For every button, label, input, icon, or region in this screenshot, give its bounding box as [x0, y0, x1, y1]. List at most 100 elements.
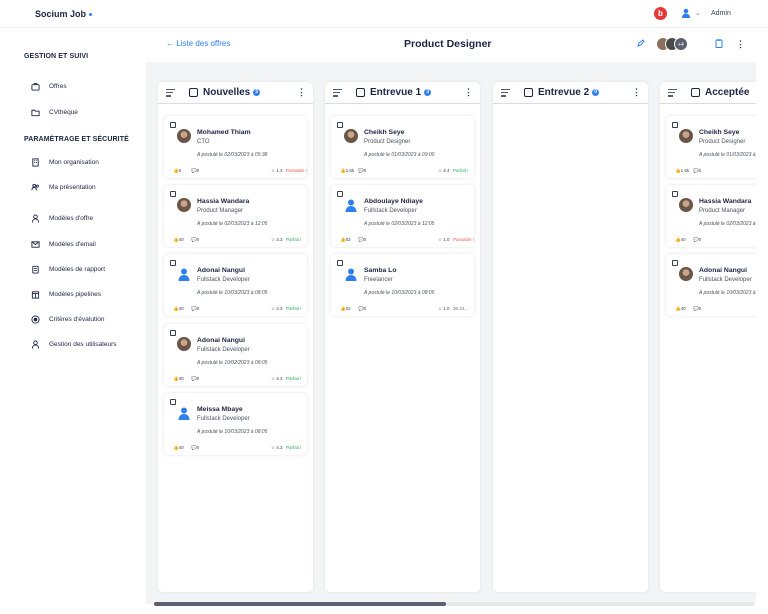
more-options-icon[interactable]: ⋮ [736, 39, 745, 50]
team-avatars[interactable]: +4 [656, 37, 688, 51]
candidate-card[interactable]: Meissa Mbaye Fullstack Developer A postulé… [164, 393, 307, 455]
avatar [177, 406, 191, 420]
select-all-checkbox[interactable] [189, 88, 198, 97]
likes-count[interactable]: 👍40 [173, 376, 184, 382]
candidate-name: Abdoulaye Ndiaye [364, 198, 423, 205]
application-date: A postulé le 02/03/2023 à 05:38 [197, 152, 268, 158]
application-date: A postulé le 10/03/2023 à 08:05 [364, 290, 435, 296]
column-header: Entrevue 2 0 ⋮ [493, 82, 648, 104]
user-icon[interactable] [681, 8, 691, 18]
sidebar: GESTION ET SUIVI Offres CVthèque PARAMÈT… [0, 28, 146, 614]
avatar [679, 129, 693, 143]
column-menu-icon[interactable]: ⋮ [297, 87, 306, 98]
card-checkbox[interactable] [170, 330, 176, 336]
column-menu-icon[interactable]: ⋮ [464, 87, 473, 98]
avatar [177, 198, 191, 212]
back-to-offers-link[interactable]: ← Liste des offres [166, 39, 230, 48]
comments-count[interactable]: 💬0 [191, 237, 199, 243]
page-title: Product Designer [404, 38, 492, 50]
card-checkbox[interactable] [672, 122, 678, 128]
card-checkbox[interactable] [672, 260, 678, 266]
comments-count[interactable]: 💬0 [358, 237, 366, 243]
candidate-card[interactable]: Adonai Nangui Fullstack Developer A postul… [164, 254, 307, 316]
comments-count[interactable]: 💬0 [191, 445, 199, 451]
select-all-checkbox[interactable] [691, 88, 700, 97]
card-checkbox[interactable] [170, 399, 176, 405]
section-title-parametrage: PARAMÈTRAGE ET SÉCURITÉ [24, 136, 129, 143]
likes-count[interactable]: 👍40 [173, 306, 184, 312]
avatar [177, 267, 191, 281]
likes-count[interactable]: 👍02 [340, 306, 351, 312]
comments-count[interactable]: 💬0 [358, 306, 366, 312]
horizontal-scrollbar[interactable] [154, 602, 754, 606]
candidate-card[interactable]: Cheikh Seye Product Designer A postulé le … [331, 116, 474, 178]
app-badge-icon[interactable]: b [654, 7, 667, 20]
sidebar-item-modeles-offre[interactable]: Modèles d'offre [31, 214, 93, 223]
comments-count[interactable]: 💬0 [693, 237, 701, 243]
likes-count[interactable]: 👍1.6k [340, 168, 354, 174]
sidebar-item-cvtheque[interactable]: CVthèque [31, 108, 78, 117]
sidebar-item-label: Critères d'évalution [49, 316, 105, 323]
candidate-card[interactable]: Adonai Nangui Fullstack Developer A postul… [164, 324, 307, 386]
sort-icon[interactable] [166, 89, 175, 99]
candidate-card[interactable]: Abdoulaye Ndiaye Fullstack Developer A pos… [331, 185, 474, 247]
likes-count[interactable]: 👍1.6k [675, 168, 689, 174]
comments-count[interactable]: 💬0 [693, 168, 701, 174]
candidate-card[interactable]: Mohamed Thiam CTO A postulé le 02/03/2023 … [164, 116, 307, 178]
edit-icon[interactable] [637, 39, 645, 47]
card-checkbox[interactable] [672, 191, 678, 197]
sort-icon[interactable] [501, 89, 510, 99]
clipboard-icon[interactable] [715, 39, 723, 48]
status-badge: 36.24... [453, 306, 469, 311]
card-checkbox[interactable] [337, 191, 343, 197]
sidebar-item-offres[interactable]: Offres [31, 82, 67, 91]
sort-icon[interactable] [668, 89, 677, 99]
candidate-card[interactable]: Samba Lo Freelancer A postulé le 10/03/202… [331, 254, 474, 316]
sidebar-item-organisation[interactable]: Mon organisation [31, 158, 99, 167]
likes-count[interactable]: 👍40 [675, 306, 686, 312]
comments-count[interactable]: 💬0 [191, 306, 199, 312]
sidebar-item-presentation[interactable]: Ma présentation [31, 183, 96, 192]
column-menu-icon[interactable]: ⋮ [632, 87, 641, 98]
sidebar-item-modeles-pipelines[interactable]: Modèles pipelines [31, 290, 101, 299]
scrollbar-thumb[interactable] [154, 602, 446, 606]
chevron-down-icon[interactable]: ⌄ [695, 9, 701, 17]
likes-count[interactable]: 👍0 [173, 168, 181, 174]
sort-icon[interactable] [333, 89, 342, 99]
card-checkbox[interactable] [337, 260, 343, 266]
card-checkbox[interactable] [337, 122, 343, 128]
comments-count[interactable]: 💬0 [693, 306, 701, 312]
status-badge: Parfait ! [286, 237, 302, 242]
likes-count[interactable]: 👍40 [173, 445, 184, 451]
sidebar-item-modeles-rapport[interactable]: Modèles de rapport [31, 265, 105, 274]
user-menu-label[interactable]: Admin [711, 10, 731, 17]
card-checkbox[interactable] [170, 191, 176, 197]
candidate-role: Product Designer [699, 139, 746, 145]
avatar [679, 198, 693, 212]
card-checkbox[interactable] [170, 122, 176, 128]
comments-count[interactable]: 💬0 [191, 376, 199, 382]
brand-logo[interactable]: Socium Job [35, 9, 93, 19]
column-header: Nouvelles 5 ⋮ [158, 82, 313, 104]
sidebar-item-utilisateurs[interactable]: Gestion des utilisateurs [31, 340, 117, 349]
likes-count[interactable]: 👍40 [675, 237, 686, 243]
card-checkbox[interactable] [170, 260, 176, 266]
comments-count[interactable]: 💬0 [191, 168, 199, 174]
likes-count[interactable]: 👍02 [340, 237, 351, 243]
column-title: Entrevue 13 [370, 87, 432, 98]
candidate-card[interactable]: Hassia Wandara Product Manager A postulé l… [666, 185, 756, 247]
select-all-checkbox[interactable] [356, 88, 365, 97]
column-header: Acceptée⋮ [660, 82, 756, 104]
likes-count[interactable]: 👍40 [173, 237, 184, 243]
application-date: A postulé le 10/03/2023 à 08:05 [197, 429, 268, 435]
candidate-card[interactable]: Cheikh Seye Product Designer A postulé le … [666, 116, 756, 178]
sidebar-item-modeles-email[interactable]: Modèles d'email [31, 240, 96, 249]
sidebar-item-label: Mon organisation [49, 159, 99, 166]
candidate-card[interactable]: Hassia Wandara Product Manager A postulé l… [164, 185, 307, 247]
sidebar-item-criteres[interactable]: Critères d'évalution [31, 315, 104, 324]
more-members-badge[interactable]: +4 [674, 37, 688, 51]
select-all-checkbox[interactable] [524, 88, 533, 97]
comments-count[interactable]: 💬0 [358, 168, 366, 174]
application-date: A postulé le 02/03/2023 à 12:05 [364, 221, 435, 227]
candidate-card[interactable]: Adonai Nangui Fullstack Developer A postul… [666, 254, 756, 316]
